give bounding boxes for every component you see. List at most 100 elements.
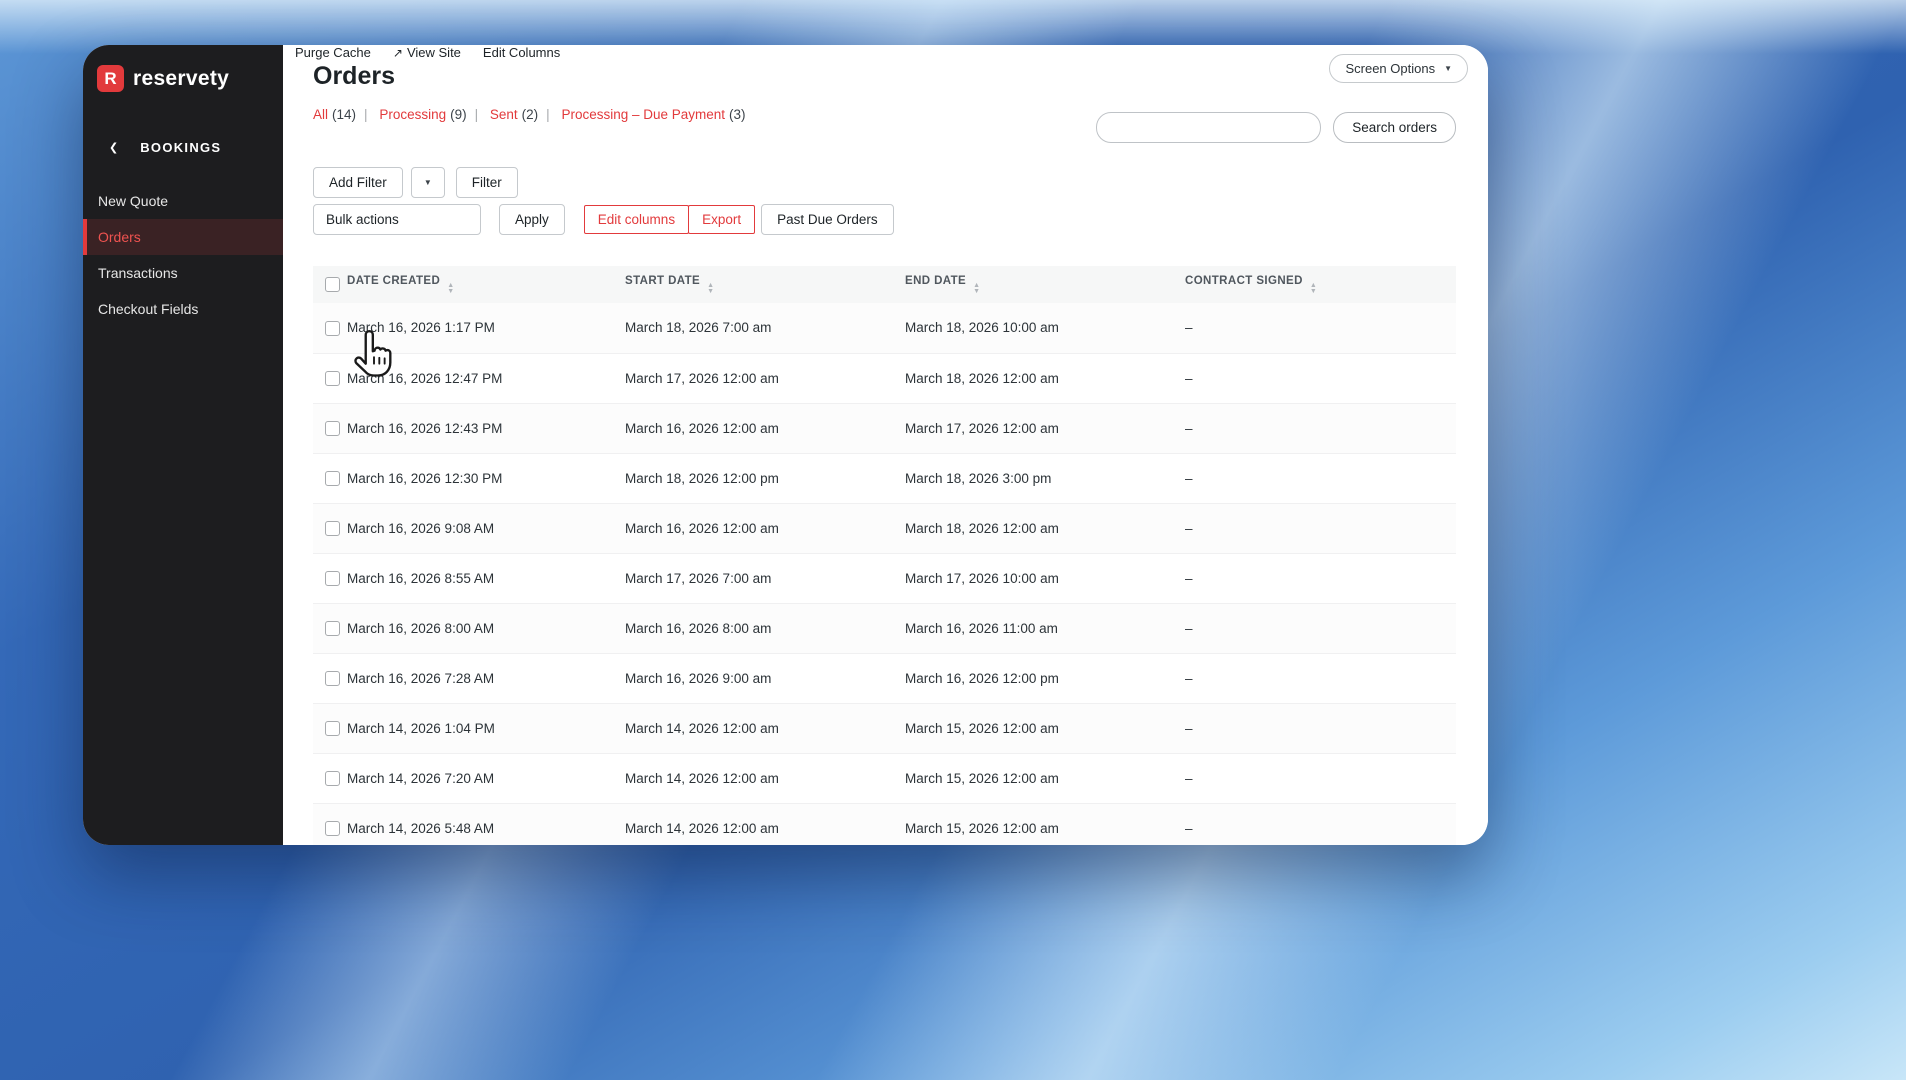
export-button[interactable]: Export	[688, 205, 756, 234]
row-checkbox[interactable]	[325, 370, 340, 386]
status-filter-label[interactable]: Processing – Due Payment	[561, 107, 725, 122]
purge-cache-link[interactable]: Purge Cache	[295, 45, 371, 60]
column-header-end-date[interactable]: End Date ▲ ▼	[905, 266, 1185, 303]
toolbar-row-2: Bulk actions Apply Edit columns Export P…	[313, 204, 1456, 235]
status-filter-link[interactable]: Processing – Due Payment (3)	[561, 107, 745, 122]
cell-start-date: March 16, 2026 9:00 am	[625, 670, 772, 686]
main-area: Purge Cache ↗ View Site Edit Columns Ord…	[283, 45, 1488, 845]
logo-icon: R	[97, 65, 124, 92]
cell-start-date: March 18, 2026 12:00 pm	[625, 470, 779, 486]
column-header-contract-signed[interactable]: Contract Signed ▲ ▼	[1185, 266, 1456, 303]
cell-end-date: March 18, 2026 10:00 am	[905, 320, 1059, 336]
cell-date-created[interactable]: March 16, 2026 8:00 AM	[347, 603, 625, 653]
cell-contract-signed: –	[1185, 470, 1193, 486]
cell-date-created[interactable]: March 16, 2026 7:28 AM	[347, 653, 625, 703]
row-checkbox[interactable]	[325, 320, 340, 336]
search-orders-input[interactable]	[1096, 112, 1322, 143]
cell-date-created[interactable]: March 14, 2026 5:48 AM	[347, 803, 625, 845]
edit-columns-button[interactable]: Edit columns	[583, 205, 690, 234]
status-filter-link[interactable]: Processing (9) |	[379, 107, 490, 122]
chevron-left-icon[interactable]: ❮	[109, 141, 118, 154]
bulk-actions-select[interactable]: Bulk actions	[313, 204, 481, 235]
cell-date-created[interactable]: March 16, 2026 12:43 PM	[347, 403, 625, 453]
app-logo[interactable]: R reservety	[83, 65, 283, 92]
sort-icon[interactable]: ▲ ▼	[1310, 282, 1317, 294]
table-row: March 16, 2026 7:28 AM March 16, 2026 9:…	[313, 653, 1456, 703]
column-label: Contract Signed	[1185, 275, 1303, 287]
toolbar-row-1: Add Filter ▼ Filter	[313, 167, 1456, 198]
section-label: BOOKINGS	[140, 140, 222, 155]
cell-end-date: March 18, 2026 12:00 am	[905, 520, 1059, 536]
sidebar-item-checkout-fields[interactable]: Checkout Fields	[83, 291, 283, 327]
cell-start-date: March 14, 2026 12:00 am	[625, 720, 779, 736]
status-filter-count: (14)	[332, 107, 357, 122]
cell-date-created[interactable]: March 16, 2026 12:47 PM	[347, 353, 625, 403]
sidebar-item-orders[interactable]: Orders	[83, 219, 283, 255]
status-filter-label[interactable]: Processing	[379, 107, 446, 122]
filter-separator: |	[364, 107, 368, 122]
search-orders-button[interactable]: Search orders	[1333, 112, 1456, 143]
cell-contract-signed: –	[1185, 820, 1193, 836]
row-checkbox[interactable]	[325, 670, 340, 686]
cell-date-created[interactable]: March 16, 2026 8:55 AM	[347, 553, 625, 603]
content-area: Orders Screen Options ▼ All (14) | Process…	[283, 54, 1488, 845]
table-row: March 16, 2026 12:30 PM March 18, 2026 1…	[313, 453, 1456, 503]
view-site-link[interactable]: ↗ View Site	[393, 45, 461, 60]
cell-start-date: March 17, 2026 7:00 am	[625, 570, 772, 586]
cell-end-date: March 15, 2026 12:00 am	[905, 770, 1059, 786]
status-filter-label[interactable]: Sent	[490, 107, 518, 122]
sidebar-item-transactions[interactable]: Transactions	[83, 255, 283, 291]
cell-contract-signed: –	[1185, 370, 1193, 386]
sidebar-section-bookings[interactable]: ❮ BOOKINGS	[83, 140, 283, 155]
cell-end-date: March 18, 2026 3:00 pm	[905, 470, 1052, 486]
chevron-down-icon: ▼	[1444, 64, 1452, 73]
sort-icon[interactable]: ▲ ▼	[707, 282, 714, 294]
cell-date-created[interactable]: March 16, 2026 9:08 AM	[347, 503, 625, 553]
column-label: End Date	[905, 275, 967, 287]
sort-icon[interactable]: ▲ ▼	[973, 282, 980, 294]
column-header-date-created[interactable]: Date Created ▲ ▼	[347, 266, 625, 303]
cell-start-date: March 16, 2026 8:00 am	[625, 620, 772, 636]
row-checkbox[interactable]	[325, 420, 340, 436]
edit-columns-link[interactable]: Edit Columns	[483, 45, 560, 60]
cell-start-date: March 17, 2026 12:00 am	[625, 370, 779, 386]
cell-contract-signed: –	[1185, 670, 1193, 686]
row-checkbox[interactable]	[325, 520, 340, 536]
table-row: March 16, 2026 8:55 AM March 17, 2026 7:…	[313, 553, 1456, 603]
filter-button[interactable]: Filter	[455, 167, 518, 198]
column-header-start-date[interactable]: Start Date ▲ ▼	[625, 266, 905, 303]
column-label: Date Created	[347, 275, 441, 287]
row-checkbox[interactable]	[325, 620, 340, 636]
cell-contract-signed: –	[1185, 320, 1193, 336]
table-row: March 16, 2026 8:00 AM March 16, 2026 8:…	[313, 603, 1456, 653]
apply-button[interactable]: Apply	[499, 204, 565, 235]
screen-options-button[interactable]: Screen Options ▼	[1329, 54, 1468, 83]
cell-start-date: March 16, 2026 12:00 am	[625, 420, 779, 436]
past-due-orders-button[interactable]: Past Due Orders	[761, 204, 894, 235]
row-checkbox[interactable]	[325, 470, 340, 486]
sidebar-item-label: New Quote	[98, 193, 169, 209]
cell-date-created[interactable]: March 14, 2026 7:20 AM	[347, 753, 625, 803]
row-checkbox[interactable]	[325, 820, 340, 836]
status-filter-label[interactable]: All	[313, 107, 328, 122]
cell-end-date: March 17, 2026 12:00 am	[905, 420, 1059, 436]
sort-icon[interactable]: ▲ ▼	[447, 282, 454, 294]
cell-contract-signed: –	[1185, 620, 1193, 636]
cell-start-date: March 16, 2026 12:00 am	[625, 520, 779, 536]
orders-table: Date Created ▲ ▼ Start Date ▲ ▼ End Date ▲ ▼ C…	[313, 266, 1456, 845]
sidebar-item-new-quote[interactable]: New Quote	[83, 183, 283, 219]
add-filter-dropdown-button[interactable]: ▼	[410, 167, 445, 198]
cell-date-created[interactable]: March 14, 2026 1:04 PM	[347, 703, 625, 753]
cell-date-created[interactable]: March 16, 2026 1:17 PM	[347, 303, 625, 353]
select-all-checkbox[interactable]	[325, 277, 340, 292]
cell-date-created[interactable]: March 16, 2026 12:30 PM	[347, 453, 625, 503]
status-filter-link[interactable]: All (14) |	[313, 107, 379, 122]
row-checkbox[interactable]	[325, 570, 340, 586]
row-checkbox[interactable]	[325, 720, 340, 736]
screen-options-label: Screen Options	[1345, 61, 1436, 76]
add-filter-button[interactable]: Add Filter	[313, 167, 403, 198]
row-checkbox[interactable]	[325, 770, 340, 786]
sidebar-item-label: Transactions	[98, 265, 178, 281]
status-filter-link[interactable]: Sent (2) |	[490, 107, 562, 122]
page-title: Orders	[313, 62, 395, 90]
